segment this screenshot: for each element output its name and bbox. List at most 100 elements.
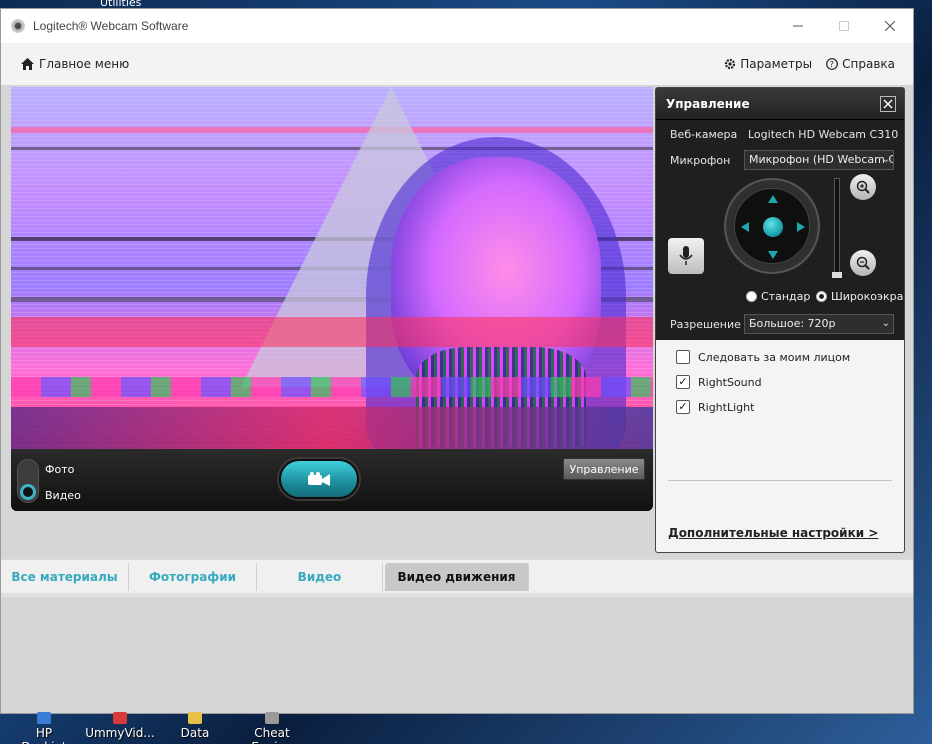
- resolution-label: Разрешение: [670, 318, 741, 331]
- zoom-in-icon: [856, 180, 870, 194]
- help-icon: ?: [826, 58, 839, 70]
- microphone-select[interactable]: Микрофон (HD Webcam C ⌄: [744, 150, 894, 170]
- feed-noise: [11, 407, 653, 449]
- window-controls: [775, 9, 913, 43]
- control-panel-close-button[interactable]: [880, 96, 896, 112]
- pan-center-button[interactable]: [763, 217, 783, 237]
- pan-tilt-pad: [724, 178, 820, 274]
- pan-left-arrow-icon[interactable]: [741, 222, 749, 232]
- control-panel: Управление Веб-камера Logitech HD Webcam…: [655, 87, 905, 553]
- pan-right-arrow-icon[interactable]: [797, 222, 805, 232]
- nav-right: Параметры ? Справка: [724, 57, 895, 71]
- control-toggle-button[interactable]: Управление: [563, 458, 645, 480]
- control-panel-dark-area: Управление Веб-камера Logitech HD Webcam…: [656, 88, 904, 340]
- desktop-icon-label: UmmyVid...: [85, 726, 155, 740]
- view-standard-radio[interactable]: Стандар: [746, 290, 810, 303]
- webcam-feed: [11, 87, 653, 449]
- library-tab-bar: Все материалы Фотографии Видео Видео дви…: [1, 559, 913, 593]
- rightlight-checkbox-row[interactable]: ✓ RightLight: [676, 400, 754, 414]
- rightsound-checkbox-row[interactable]: ✓ RightSound: [676, 375, 762, 389]
- mode-video-label[interactable]: Видео: [45, 489, 81, 502]
- tab-videos[interactable]: Видео: [257, 563, 383, 591]
- help-label: Справка: [842, 57, 895, 71]
- close-icon: [883, 99, 893, 109]
- rightlight-checkbox[interactable]: ✓: [676, 400, 690, 414]
- settings-link[interactable]: Параметры: [724, 57, 812, 71]
- maximize-button[interactable]: [821, 9, 867, 43]
- tab-all-media[interactable]: Все материалы: [1, 563, 129, 591]
- rightsound-checkbox[interactable]: ✓: [676, 375, 690, 389]
- divider: [668, 480, 892, 481]
- microphone-mute-button[interactable]: [668, 238, 704, 274]
- pan-down-arrow-icon[interactable]: [768, 251, 778, 259]
- microphone-label: Микрофон: [670, 154, 731, 167]
- home-menu-label: Главное меню: [39, 57, 130, 71]
- chevron-down-icon: ⌄: [881, 154, 890, 165]
- feed-noise: [11, 317, 653, 347]
- resolution-select-value: Большое: 720p: [749, 317, 836, 330]
- minimize-icon: [793, 25, 803, 27]
- webcam-value: Logitech HD Webcam C310: [748, 128, 899, 141]
- desktop-icon-data[interactable]: Data: [170, 712, 220, 740]
- view-wide-radio[interactable]: Широкоэкра: [816, 290, 903, 303]
- pan-up-arrow-icon[interactable]: [768, 195, 778, 203]
- desktop-icon-ummyvideo[interactable]: UmmyVid...: [84, 712, 156, 740]
- desktop-icon-label: HP Deskjet: [21, 726, 66, 744]
- rightsound-label: RightSound: [698, 375, 762, 389]
- svg-text:?: ?: [830, 60, 834, 69]
- tab-motion-video[interactable]: Видео движения: [385, 563, 529, 591]
- help-link[interactable]: ? Справка: [826, 57, 895, 71]
- download-app-icon: [113, 712, 127, 724]
- gear-icon: [725, 58, 736, 70]
- feed-noise: [11, 377, 653, 397]
- follow-face-label: Следовать за моим лицом: [698, 350, 851, 364]
- rightlight-label: RightLight: [698, 400, 755, 414]
- video-camera-icon: [308, 472, 330, 486]
- zoom-in-button[interactable]: [850, 174, 876, 200]
- webcam-app-icon: [11, 19, 25, 33]
- zoom-out-button[interactable]: [850, 250, 876, 276]
- minimize-button[interactable]: [775, 9, 821, 43]
- photo-video-toggle[interactable]: [17, 459, 39, 503]
- maximize-icon: [839, 21, 849, 31]
- zoom-slider[interactable]: [834, 178, 840, 278]
- window-title: Logitech® Webcam Software: [33, 19, 189, 33]
- webcam-label: Веб-камера: [670, 128, 738, 141]
- control-panel-title: Управление: [666, 96, 750, 111]
- follow-face-checkbox-row[interactable]: Следовать за моим лицом: [676, 350, 850, 364]
- top-nav: Главное меню Параметры ? Справка: [1, 43, 913, 85]
- pan-tilt-ring: [734, 188, 810, 264]
- close-icon: [885, 21, 895, 31]
- tab-photos[interactable]: Фотографии: [129, 563, 257, 591]
- radio-dot: [746, 291, 757, 302]
- resolution-select[interactable]: Большое: 720p ⌄: [744, 314, 894, 334]
- desktop-icon-label: Cheat Engine: [251, 726, 292, 744]
- zoom-out-icon: [856, 256, 870, 270]
- video-control-bar: Фото Видео Управление: [11, 449, 653, 511]
- close-button[interactable]: [867, 9, 913, 43]
- toggle-knob: [20, 484, 36, 500]
- view-standard-label: Стандар: [761, 290, 811, 303]
- desktop-icon-cheat-engine[interactable]: Cheat Engine: [232, 712, 312, 744]
- microphone-icon: [679, 246, 693, 265]
- mode-photo-label[interactable]: Фото: [45, 463, 74, 476]
- home-menu-link[interactable]: Главное меню: [21, 57, 129, 71]
- desktop-icons: HP Deskjet UmmyVid... Data Cheat Engine: [0, 712, 932, 744]
- app-icon: [265, 712, 279, 724]
- record-video-button[interactable]: [279, 459, 359, 499]
- zoom-slider-handle[interactable]: [832, 272, 842, 278]
- printer-icon: [37, 712, 51, 724]
- title-bar: Logitech® Webcam Software: [1, 9, 913, 43]
- desktop-icon-hp-deskjet[interactable]: HP Deskjet: [12, 712, 76, 744]
- control-panel-header: Управление: [656, 88, 904, 120]
- view-wide-label: Широкоэкра: [831, 290, 904, 303]
- folder-icon: [188, 712, 202, 724]
- follow-face-checkbox[interactable]: [676, 350, 690, 364]
- tab-underline: [1, 593, 913, 597]
- settings-label: Параметры: [740, 57, 813, 71]
- advanced-settings-link[interactable]: Дополнительные настройки >: [668, 526, 878, 540]
- microphone-select-value: Микрофон (HD Webcam C: [749, 153, 894, 166]
- home-icon: [21, 58, 34, 70]
- main-content: Главное меню Параметры ? Справка Фото Ви…: [1, 43, 913, 713]
- chevron-down-icon: ⌄: [881, 318, 890, 329]
